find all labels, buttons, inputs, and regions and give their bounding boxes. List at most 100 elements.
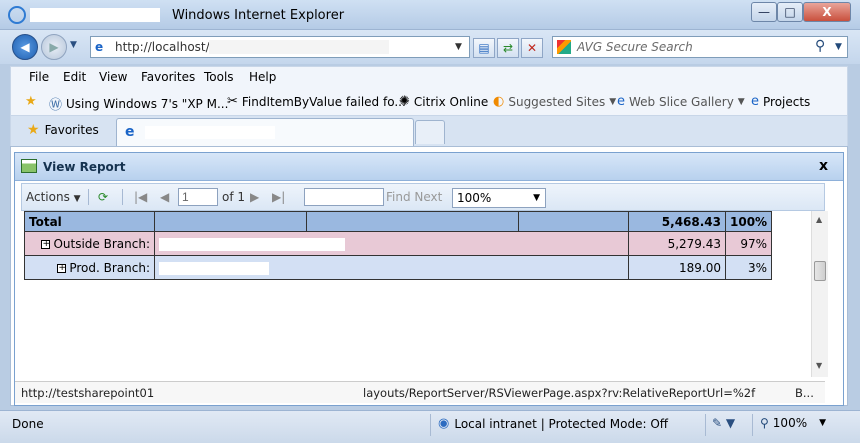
table-cell <box>154 255 629 280</box>
chevron-down-icon: ▼ <box>73 194 81 204</box>
report-scrollbar[interactable]: ▲ ▼ <box>811 211 828 377</box>
page-count: of 1 <box>222 190 246 204</box>
scroll-down-icon[interactable]: ▼ <box>816 361 822 370</box>
chevron-down-icon: ▼ <box>819 418 827 428</box>
navigation-bar: ◀ ▶ ▼ e http://localhost/ ▼ AVG Secure S… <box>0 30 860 64</box>
dialog-status-url: http://testsharepoint01 layouts/ReportSe… <box>15 381 825 403</box>
expand-icon[interactable]: + <box>57 263 67 273</box>
globe-icon: ◉ <box>438 416 450 431</box>
separator <box>705 414 706 436</box>
suggested-sites-icon: ◐ <box>493 94 505 109</box>
menu-favorites[interactable]: Favorites <box>141 70 195 84</box>
find-input[interactable] <box>304 188 384 206</box>
dialog-close-button[interactable]: x <box>819 158 828 174</box>
redacted-tab-title <box>145 126 275 139</box>
total-percent: 100% <box>724 211 773 232</box>
table-row-total: Total 5,468.43 100% <box>24 211 773 232</box>
window-title: Windows Internet Explorer <box>172 8 345 23</box>
new-tab-button[interactable] <box>415 120 445 144</box>
redacted-title <box>30 8 160 22</box>
zoom-select[interactable]: 100% ▼ <box>452 188 546 208</box>
row-amount: 5,279.43 <box>628 231 726 256</box>
tab-bar: ★ Favorites e <box>10 116 848 146</box>
wordpress-icon: Ⓦ <box>49 98 63 113</box>
search-dropdown-icon[interactable]: ▼ <box>835 42 842 52</box>
search-box[interactable]: AVG Secure Search ⚲ ▼ <box>552 36 848 58</box>
row-label-cell: + Prod. Branch: <box>24 255 155 280</box>
link-using-windows7[interactable]: Ⓦ Using Windows 7's "XP M... <box>49 94 228 114</box>
expand-icon[interactable]: + <box>41 239 51 249</box>
address-url[interactable]: http://localhost/ <box>115 40 210 54</box>
find-next-button[interactable]: Find Next <box>386 190 442 204</box>
back-button[interactable]: ◀ <box>12 34 38 60</box>
menu-view[interactable]: View <box>99 70 127 84</box>
page-number-input[interactable] <box>178 188 218 206</box>
compatibility-view-icon[interactable]: ▤ <box>473 38 495 58</box>
previous-page-icon[interactable]: ◀ <box>160 190 169 204</box>
ie-page-icon: e <box>125 124 135 140</box>
refresh-report-icon[interactable]: ⟳ <box>98 190 108 204</box>
menu-help[interactable]: Help <box>249 70 276 84</box>
refresh-icon[interactable]: ⇄ <box>497 38 519 58</box>
link-citrix-online[interactable]: ✺ Citrix Online <box>399 94 488 109</box>
redacted-value <box>159 261 269 275</box>
next-page-icon[interactable]: ▶ <box>250 190 259 204</box>
row-label-cell: + Outside Branch: <box>24 231 155 256</box>
table-row: + Outside Branch: 5,279.43 97% <box>24 231 773 256</box>
maximize-button[interactable]: □ <box>777 2 803 22</box>
search-placeholder[interactable]: AVG Secure Search <box>577 40 693 54</box>
minimize-button[interactable]: — <box>751 2 777 22</box>
close-window-button[interactable]: X <box>803 2 851 22</box>
first-page-icon[interactable]: |◀ <box>134 190 147 204</box>
actions-menu[interactable]: Actions ▼ <box>26 190 81 204</box>
link-web-slice-gallery[interactable]: e Web Slice Gallery ▼ <box>617 94 745 109</box>
table-cell <box>154 231 629 256</box>
actions-label: Actions <box>26 190 70 204</box>
report-body: Total 5,468.43 100% + Outside Branch: 5,2… <box>21 211 811 377</box>
report-table: Total 5,468.43 100% + Outside Branch: 5,2… <box>24 211 773 280</box>
menu-tools[interactable]: Tools <box>204 70 234 84</box>
view-report-dialog: View Report x Actions ▼ ⟳ |◀ ◀ of 1 ▶ ▶|… <box>14 152 844 406</box>
ie-page-icon: e <box>617 94 625 109</box>
stop-icon[interactable]: ✕ <box>521 38 543 58</box>
address-dropdown-icon[interactable]: ▼ <box>455 42 462 52</box>
active-tab[interactable]: e <box>116 118 414 146</box>
link-suggested-sites[interactable]: ◐ Suggested Sites ▼ <box>493 94 616 109</box>
ie-page-icon: e <box>95 40 104 54</box>
link-projects[interactable]: e Projects <box>751 94 810 109</box>
dialog-header: View Report x <box>15 153 843 181</box>
total-label: Total <box>24 211 155 232</box>
link-label: Citrix Online <box>413 94 489 109</box>
forward-button[interactable]: ▶ <box>41 34 67 60</box>
chevron-down-icon: ▼ <box>533 193 540 203</box>
favorites-label: Favorites <box>44 123 99 137</box>
row-label: Outside Branch: <box>53 236 150 251</box>
scroll-thumb[interactable] <box>814 261 826 281</box>
address-bar[interactable]: e http://localhost/ ▼ <box>90 36 470 58</box>
citrix-icon: ✺ <box>399 94 410 109</box>
table-row: + Prod. Branch: 189.00 3% <box>24 255 773 280</box>
separator <box>88 189 89 205</box>
status-text: Done <box>12 417 44 431</box>
zoom-icon: ⚲ <box>760 416 769 430</box>
link-finditembyvalue[interactable]: ✂ FindItemByValue failed fo... <box>227 94 406 109</box>
last-page-icon[interactable]: ▶| <box>272 190 285 204</box>
zoom-control[interactable]: ⚲ 100% ▼ <box>760 416 826 430</box>
zoom-level: 100% <box>772 416 808 430</box>
menu-edit[interactable]: Edit <box>63 70 86 84</box>
row-percent: 97% <box>724 231 773 256</box>
status-url-left: http://testsharepoint01 <box>21 386 155 400</box>
menu-file[interactable]: File <box>29 70 49 84</box>
favorites-button[interactable]: ★ Favorites <box>27 122 99 138</box>
search-icon[interactable]: ⚲ <box>815 38 825 54</box>
security-zone[interactable]: ◉ Local intranet | Protected Mode: Off <box>438 416 668 431</box>
separator <box>752 414 753 436</box>
favorites-bar-icon[interactable]: ★ <box>25 94 37 109</box>
ie-page-icon: e <box>751 94 759 109</box>
recent-pages-dropdown[interactable]: ▼ <box>70 40 77 50</box>
scroll-up-icon[interactable]: ▲ <box>816 215 822 224</box>
status-url-tail: B... <box>795 386 814 400</box>
tools-icon[interactable]: ✎ ▼ <box>712 416 735 430</box>
menu-bar: File Edit View Favorites Tools Help <box>10 66 848 88</box>
row-label: Prod. Branch: <box>69 260 150 275</box>
